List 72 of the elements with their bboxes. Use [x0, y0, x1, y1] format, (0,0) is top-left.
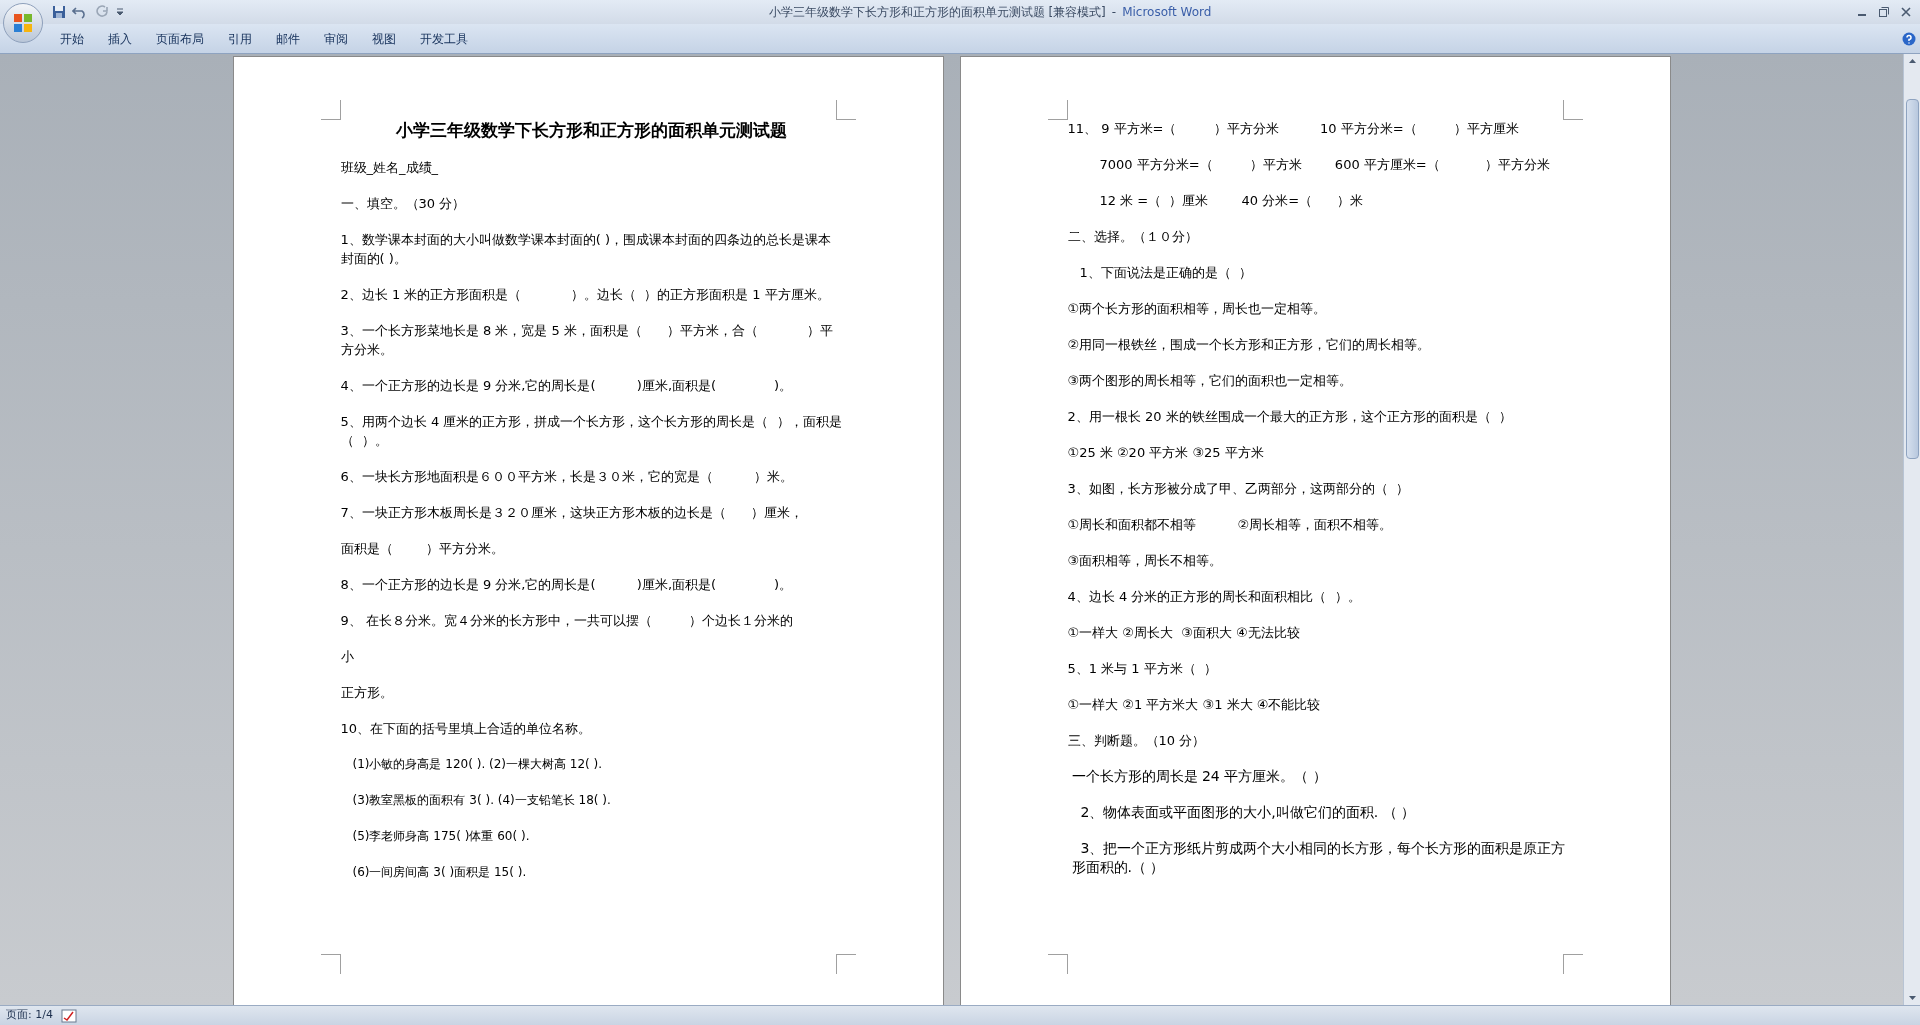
restore-icon[interactable]: [1878, 6, 1890, 18]
paragraph: 2、边长 1 米的正方形面积是（ ）。边长（ ）的正方形面积是 1 平方厘米。: [340, 286, 831, 304]
crop-mark: [1047, 954, 1068, 974]
paragraph: ①两个长方形的面积相等，周长也一定相等。: [1067, 300, 1328, 318]
customize-dropdown-icon[interactable]: [116, 7, 124, 17]
paragraph: 6、一块长方形地面积是６００平方米，长是３０米，它的宽是（ ）米。: [340, 468, 795, 486]
paragraph: 2、用一根长 20 米的铁丝围成一个最大的正方形，这个正方形的面积是（ ）: [1067, 408, 1513, 426]
office-button[interactable]: [3, 3, 43, 43]
paragraph: 面积是（ ）平方分米。: [340, 540, 505, 558]
paragraph: 12 米 =（ ）厘米 40 分米=（ ）米: [1098, 192, 1364, 210]
help-icon[interactable]: [1902, 31, 1916, 46]
paragraph: 11、 9 平方米=（ ）平方分米 10 平方分米=（ ）平方厘米: [1067, 120, 1520, 138]
paragraph: 5、用两个边长 4 厘米的正方形，拼成一个长方形，这个长方形的周长是（ ），面积是（ ）。: [340, 413, 843, 450]
paragraph: 1、数学课本封面的大小叫做数学课本封面的( )，围成课本封面的四条边的总长是课本封面的( )。: [340, 231, 833, 268]
paragraph: ①一样大 ②1 平方米大 ③1 米大 ④不能比较: [1067, 696, 1322, 714]
paragraph: 8、一个正方形的边长是 9 分米,它的周长是( )厘米,面积是( )。: [340, 576, 794, 594]
paragraph: 2、物体表面或平面图形的大小,叫做它们的面积. （ ）: [1079, 803, 1417, 822]
paragraph: (5)李老师身高 175( )体重 60( ).: [351, 828, 531, 845]
paragraph: 4、边长 4 分米的正方形的周长和面积相比（ ）。: [1067, 588, 1362, 606]
proofing-icon[interactable]: [60, 1008, 77, 1023]
window-title: 小学三年级数学下长方形和正方形的面积单元测试题 [兼容模式]: [768, 4, 1106, 21]
paragraph: (3)教室黑板的面积有 3( ). (4)一支铅笔长 18( ).: [351, 792, 612, 809]
ribbon-tab[interactable]: 页面布局: [146, 27, 214, 50]
ribbon-tab[interactable]: 邮件: [266, 27, 310, 50]
paragraph: 班级_姓名_成绩_: [340, 159, 439, 177]
paragraph: 5、1 米与 1 平方米（ ）: [1067, 660, 1218, 678]
crop-mark: [835, 100, 856, 120]
document-title: 小学三年级数学下长方形和正方形的面积单元测试题: [395, 119, 788, 141]
paragraph: 1、下面说法是正确的是（ ）: [1078, 264, 1254, 282]
crop-mark: [1562, 100, 1583, 120]
ribbon-tab[interactable]: 视图: [362, 27, 406, 50]
paragraph: 3、把一个正方形纸片剪成两个大小相同的长方形，每个长方形的面积是原正方形面积的.（ ）: [1070, 839, 1567, 877]
paragraph: 7、一块正方形木板周长是３２０厘米，这块正方形木板的边长是（ ）厘米，: [340, 504, 804, 522]
ribbon-tab[interactable]: 引用: [218, 27, 262, 50]
paragraph: 小: [340, 648, 355, 666]
paragraph: 3、一个长方形菜地长是 8 米，宽是 5 米，面积是（ ）平方米，合（ ）平方分米。: [340, 322, 835, 359]
office-logo-icon: [12, 12, 34, 34]
save-icon[interactable]: [52, 5, 66, 19]
ribbon-tab[interactable]: 审阅: [314, 27, 358, 50]
paragraph: ①25 米 ②20 平方米 ③25 平方米: [1067, 444, 1265, 462]
paragraph: 正方形。: [340, 684, 394, 702]
undo-icon[interactable]: [72, 5, 88, 19]
crop-mark: [1562, 954, 1583, 974]
paragraph: 10、在下面的括号里填上合适的单位名称。: [340, 720, 593, 738]
ribbon-tab[interactable]: 开发工具: [410, 27, 478, 50]
crop-mark: [835, 954, 856, 974]
paragraph: ①一样大 ②周长大 ③面积大 ④无法比较: [1067, 624, 1301, 642]
paragraph: ①周长和面积都不相等 ②周长相等，面积不相等。: [1067, 516, 1394, 534]
paragraph: 4、一个正方形的边长是 9 分米,它的周长是( )厘米,面积是( )。: [340, 377, 794, 395]
paragraph: 三、判断题。（10 分）: [1067, 732, 1207, 750]
paragraph: ③两个图形的周长相等，它们的面积也一定相等。: [1067, 372, 1354, 390]
scroll-thumb[interactable]: [1905, 99, 1919, 459]
crop-mark: [1047, 100, 1068, 120]
ribbon-tab[interactable]: 插入: [98, 27, 142, 50]
title-separator: -: [1111, 4, 1117, 21]
paragraph: 3、如图，长方形被分成了甲、乙两部分，这两部分的（ ）: [1067, 480, 1411, 498]
crop-mark: [320, 100, 341, 120]
close-icon[interactable]: [1900, 6, 1912, 18]
ribbon-tab[interactable]: 开始: [50, 27, 94, 50]
paragraph: (6)一间房间高 3( )面积是 15( ).: [351, 864, 528, 881]
paragraph: (1)小敏的身高是 120( ). (2)一棵大树高 12( ).: [351, 756, 604, 773]
paragraph: ③面积相等，周长不相等。: [1067, 552, 1224, 570]
vertical-scrollbar[interactable]: [1903, 54, 1920, 1005]
paragraph: 7000 平方分米=（ ）平方米 600 平方厘米=（ ）平方分米: [1098, 156, 1552, 174]
paragraph: ②用同一根铁丝，围成一个长方形和正方形，它们的周长相等。: [1067, 336, 1432, 354]
crop-mark: [320, 954, 341, 974]
app-name: Microsoft Word: [1122, 4, 1212, 21]
paragraph: 9、 在长８分米。宽４分米的长方形中，一共可以摆（ ）个边长１分米的: [340, 612, 795, 630]
page-count: 页面: 1/4: [6, 1007, 53, 1024]
paragraph: 一个长方形的周长是 24 平方厘米。（ ）: [1070, 767, 1328, 786]
paragraph: 二、选择。（１０分）: [1067, 228, 1199, 246]
paragraph: 一、填空。（30 分）: [340, 195, 467, 213]
